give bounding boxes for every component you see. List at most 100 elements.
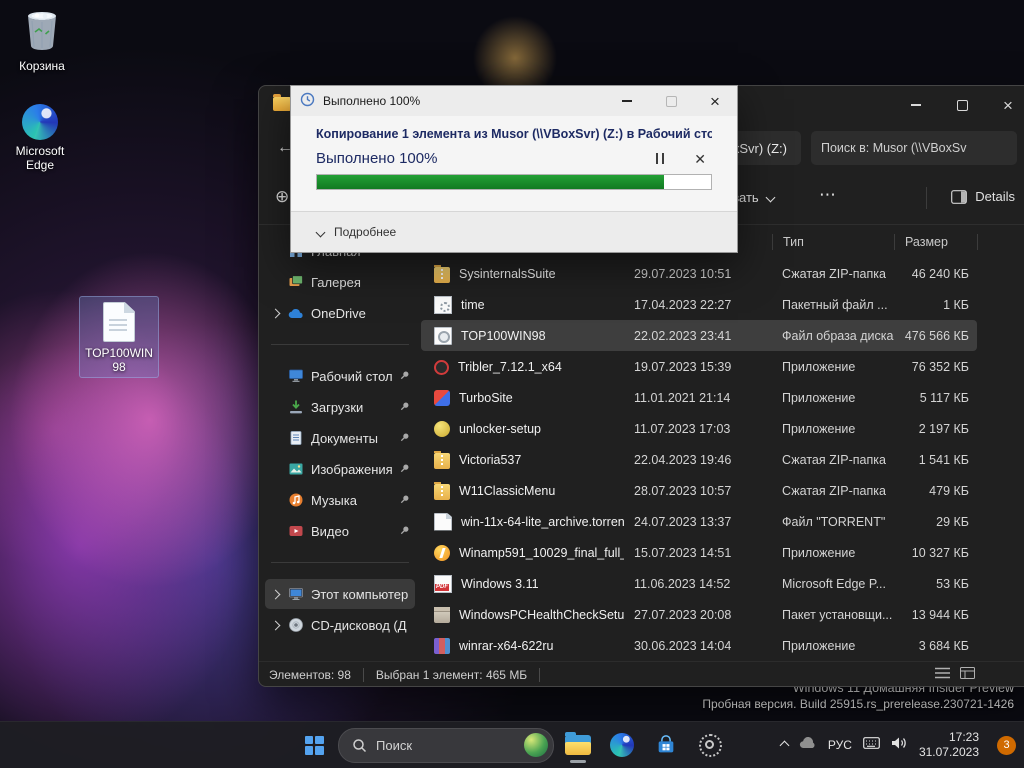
chevron-down-icon <box>315 227 326 237</box>
column-header-end <box>977 233 1024 250</box>
file-row[interactable]: winrar-x64-622ru 30.06.2023 14:04 Приложе… <box>421 630 977 661</box>
sidebar-item-music[interactable]: Музыка <box>265 485 415 515</box>
pin-icon <box>399 462 410 477</box>
file-row[interactable]: win-11x-64-lite_archive.torrent 24.07.20… <box>421 506 977 537</box>
file-row[interactable]: Victoria537 22.04.2023 19:46 Сжатая ZIP-п… <box>421 444 977 475</box>
notification-badge[interactable]: 3 <box>997 735 1016 755</box>
tribler-app-icon <box>434 360 449 375</box>
file-row[interactable]: Windows 3.11 11.06.2023 14:52Microsoft E… <box>421 568 977 599</box>
dialog-minimize-button[interactable] <box>605 86 649 116</box>
installer-package-icon <box>434 606 450 623</box>
dialog-titlebar[interactable]: Выполнено 100% × <box>291 86 737 116</box>
status-bar: Элементов: 98 Выбран 1 элемент: 465 МБ <box>259 661 1024 686</box>
zip-folder-icon <box>434 481 450 500</box>
file-row[interactable]: TurboSite 11.01.2021 21:14 Приложение 5 11… <box>421 382 977 413</box>
sidebar-item-gallery[interactable]: Галерея <box>265 267 415 297</box>
music-icon <box>287 492 304 509</box>
gear-icon <box>698 733 722 757</box>
pin-icon <box>399 431 410 446</box>
language-indicator[interactable]: РУС <box>828 738 852 752</box>
pause-icon[interactable] <box>655 153 665 164</box>
windows-logo-icon <box>304 735 324 755</box>
taskbar-store[interactable] <box>646 725 686 765</box>
close-button[interactable]: × <box>985 86 1024 124</box>
chevron-down-icon <box>765 192 776 203</box>
desktop-icon-edge[interactable]: Microsoft Edge <box>2 104 78 172</box>
progress-label: Выполнено 100% <box>316 150 438 167</box>
maximize-button[interactable] <box>939 86 985 124</box>
file-row[interactable]: WindowsPCHealthCheckSetup 27.07.2023 20:… <box>421 599 977 630</box>
taskbar-settings[interactable] <box>690 725 730 765</box>
file-row[interactable]: W11ClassicMenu 28.07.2023 10:57 Сжатая ZI… <box>421 475 977 506</box>
dialog-maximize-button[interactable] <box>649 86 693 116</box>
taskbar-file-explorer[interactable] <box>558 725 598 765</box>
pdf-file-icon <box>434 574 452 593</box>
unlocker-app-icon <box>434 420 450 437</box>
sidebar-item-pictures[interactable]: Изображения <box>265 454 415 484</box>
file-row[interactable]: Winamp591_10029_final_full_... 15.07.202… <box>421 537 977 568</box>
recycle-bin-icon <box>22 8 62 55</box>
sidebar-item-downloads[interactable]: Загрузки <box>265 392 415 422</box>
clock[interactable]: 17:23 31.07.2023 <box>919 730 979 760</box>
details-label: Details <box>975 189 1015 204</box>
sidebar-item-videos[interactable]: Видео <box>265 516 415 546</box>
desktop-icon-label: Microsoft Edge <box>15 144 65 172</box>
new-item-button[interactable]: ⊕ <box>275 187 289 207</box>
winrar-app-icon <box>434 637 450 654</box>
minimize-button[interactable] <box>893 86 939 124</box>
tray-time: 17:23 <box>948 730 979 744</box>
file-row[interactable]: unlocker-setup 11.07.2023 17:03 Приложени… <box>421 413 977 444</box>
copy-progress-dialog: Выполнено 100% × Копирование 1 элемента … <box>290 85 738 253</box>
file-row[interactable]: SysinternalsSuite 29.07.2023 10:51 Сжатая… <box>421 258 977 289</box>
touch-keyboard-icon[interactable] <box>863 736 880 754</box>
file-page-icon <box>103 302 135 342</box>
dialog-footer: Подробнее <box>291 211 737 252</box>
column-header-type[interactable]: Тип <box>772 233 894 250</box>
pin-icon <box>399 524 410 539</box>
show-hidden-icons-chevron[interactable] <box>779 740 790 750</box>
more-details-toggle[interactable]: Подробнее <box>334 225 396 239</box>
sidebar-item-this-pc[interactable]: Этот компьютер <box>265 579 415 609</box>
dialog-title: Выполнено 100% <box>323 94 421 108</box>
desktop-icon-recycle-bin[interactable]: Корзина <box>4 8 80 73</box>
edge-icon <box>22 104 58 140</box>
desktop-icon-label: TOP100WIN98 <box>85 346 153 374</box>
sidebar-item-onedrive[interactable]: OneDrive <box>265 298 415 328</box>
more-options-button[interactable]: ⋯ <box>819 185 836 205</box>
list-view-button[interactable] <box>935 667 950 682</box>
file-row[interactable]: time 17.04.2023 22:27 Пакетный файл ... 1 … <box>421 289 977 320</box>
cancel-copy-icon[interactable]: ✕ <box>694 152 706 166</box>
details-pane-icon <box>951 189 968 204</box>
volume-icon[interactable] <box>891 736 908 755</box>
column-header-size[interactable]: Размер <box>894 233 977 250</box>
sidebar-item-desktop[interactable]: Рабочий стол <box>265 361 415 391</box>
documents-icon <box>287 430 304 447</box>
batch-file-icon <box>434 295 452 314</box>
pin-icon <box>399 400 410 415</box>
chevron-right-icon <box>270 589 280 599</box>
details-pane-button[interactable]: Details <box>951 189 1015 204</box>
taskbar-search[interactable]: Поиск <box>338 727 554 763</box>
store-bag-icon <box>658 735 674 753</box>
this-pc-icon <box>287 586 304 603</box>
cd-drive-icon <box>287 617 304 634</box>
turbosite-app-icon <box>434 389 450 406</box>
pin-icon <box>399 369 410 384</box>
sidebar-item-documents[interactable]: Документы <box>265 423 415 453</box>
onedrive-tray-icon[interactable] <box>799 736 817 754</box>
details-view-button[interactable] <box>960 667 975 682</box>
edge-icon <box>610 733 634 757</box>
dialog-close-button[interactable]: × <box>693 86 737 116</box>
file-row-selected[interactable]: TOP100WIN98 22.02.2023 23:41 Файл образа … <box>421 320 977 351</box>
file-row[interactable]: Tribler_7.12.1_x64 19.07.2023 15:39 Прило… <box>421 351 977 382</box>
search-icon <box>353 738 367 752</box>
chevron-right-icon <box>270 308 280 318</box>
disc-image-icon <box>434 326 452 345</box>
sidebar-item-cd-drive[interactable]: CD-дисковод (Д <box>265 610 415 640</box>
start-button[interactable] <box>294 725 334 765</box>
taskbar-edge[interactable] <box>602 725 642 765</box>
search-input[interactable]: Поиск в: Musor (\\VBoxSv <box>811 131 1017 165</box>
desktop-icon-top100win98[interactable]: TOP100WIN98 <box>79 296 159 378</box>
items-count: Элементов: 98 <box>269 667 351 682</box>
search-placeholder: Поиск <box>376 737 413 753</box>
